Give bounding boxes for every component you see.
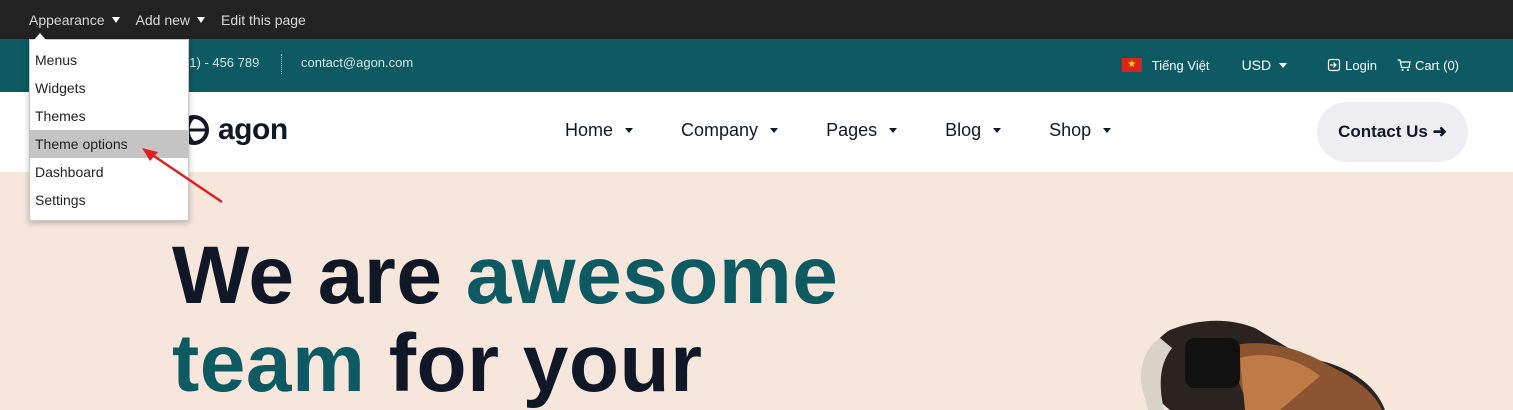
nav-label: Home: [565, 120, 614, 140]
nav-item-home[interactable]: Home: [565, 120, 634, 141]
cart-link[interactable]: Cart (0): [1397, 58, 1459, 73]
nav-item-company[interactable]: Company: [681, 120, 779, 141]
add-new-label: Add new: [135, 11, 190, 28]
nav-item-pages[interactable]: Pages: [826, 120, 898, 141]
phone-number[interactable]: 01) - 456 789: [182, 55, 259, 70]
nav-item-shop[interactable]: Shop: [1049, 120, 1112, 141]
admin-bar: Appearance Add new Edit this page: [0, 0, 1513, 39]
currency-switcher[interactable]: USD: [1242, 57, 1288, 73]
caret-down-icon: [625, 128, 634, 133]
appearance-menu[interactable]: Appearance: [29, 12, 120, 28]
appearance-dropdown: Menus Widgets Themes Theme options Dashb…: [29, 33, 189, 221]
caret-down-icon: [993, 128, 1002, 133]
currency-label: USD: [1241, 57, 1272, 73]
cart-label: Cart (0): [1414, 57, 1459, 73]
login-label: Login: [1345, 57, 1377, 73]
divider: [281, 54, 282, 74]
caret-down-icon: [770, 128, 779, 133]
dropdown-item-menus[interactable]: Menus: [30, 46, 188, 74]
dropdown-item-settings[interactable]: Settings: [30, 186, 188, 214]
main-nav: Home Company Pages Blog Shop: [565, 120, 1159, 141]
topbar-right-group: ★ Tiếng Việt USD Login Cart (0): [1121, 57, 1459, 73]
login-icon: [1328, 58, 1341, 72]
nav-label: Company: [681, 120, 759, 140]
logo-text: agon: [218, 113, 288, 146]
top-info-bar: 01) - 456 789 contact@agon.com ★ Tiếng V…: [0, 39, 1513, 92]
nav-label: Blog: [945, 120, 982, 140]
nav-label: Pages: [826, 120, 878, 140]
caret-down-icon: [1279, 62, 1288, 68]
language-switcher[interactable]: ★ Tiếng Việt: [1121, 57, 1210, 73]
site-logo[interactable]: agon: [180, 112, 288, 148]
cart-icon: [1397, 59, 1411, 71]
login-link[interactable]: Login: [1327, 58, 1377, 73]
site-header: agon Home Company Pages Blog Shop Contac…: [0, 92, 1513, 172]
edit-page-label: Edit this page: [221, 11, 306, 28]
contact-us-button[interactable]: Contact Us ➜: [1317, 102, 1468, 162]
dropdown-item-widgets[interactable]: Widgets: [30, 74, 188, 102]
dropdown-item-themes[interactable]: Themes: [30, 102, 188, 130]
caret-down-icon: [889, 128, 898, 133]
language-label: Tiếng Việt: [1151, 57, 1210, 73]
add-new-menu[interactable]: Add new: [136, 12, 205, 28]
nav-item-blog[interactable]: Blog: [945, 120, 1002, 141]
vietnam-flag-icon: ★: [1121, 58, 1142, 72]
hero-accent-text: team: [172, 318, 366, 409]
nav-label: Shop: [1049, 120, 1092, 140]
appearance-label: Appearance: [29, 11, 105, 28]
email-link[interactable]: contact@agon.com: [301, 55, 413, 70]
dropdown-item-theme-options[interactable]: Theme options: [30, 130, 188, 158]
hero-text: We are: [172, 230, 466, 321]
hero-line-1: We are awesome: [172, 232, 838, 320]
caret-down-icon: [1103, 128, 1112, 133]
edit-page-link[interactable]: Edit this page: [221, 12, 306, 28]
hero-heading: We are awesome team for your: [172, 232, 838, 408]
dropdown-item-dashboard[interactable]: Dashboard: [30, 158, 188, 186]
hero-text: for your: [365, 318, 703, 409]
hero-accent-text: awesome: [465, 230, 839, 321]
hero-vr-headset-image: [1140, 320, 1385, 410]
hero-line-2: team for your: [172, 320, 838, 408]
caret-down-icon: [197, 16, 205, 23]
caret-down-icon: [111, 16, 120, 23]
